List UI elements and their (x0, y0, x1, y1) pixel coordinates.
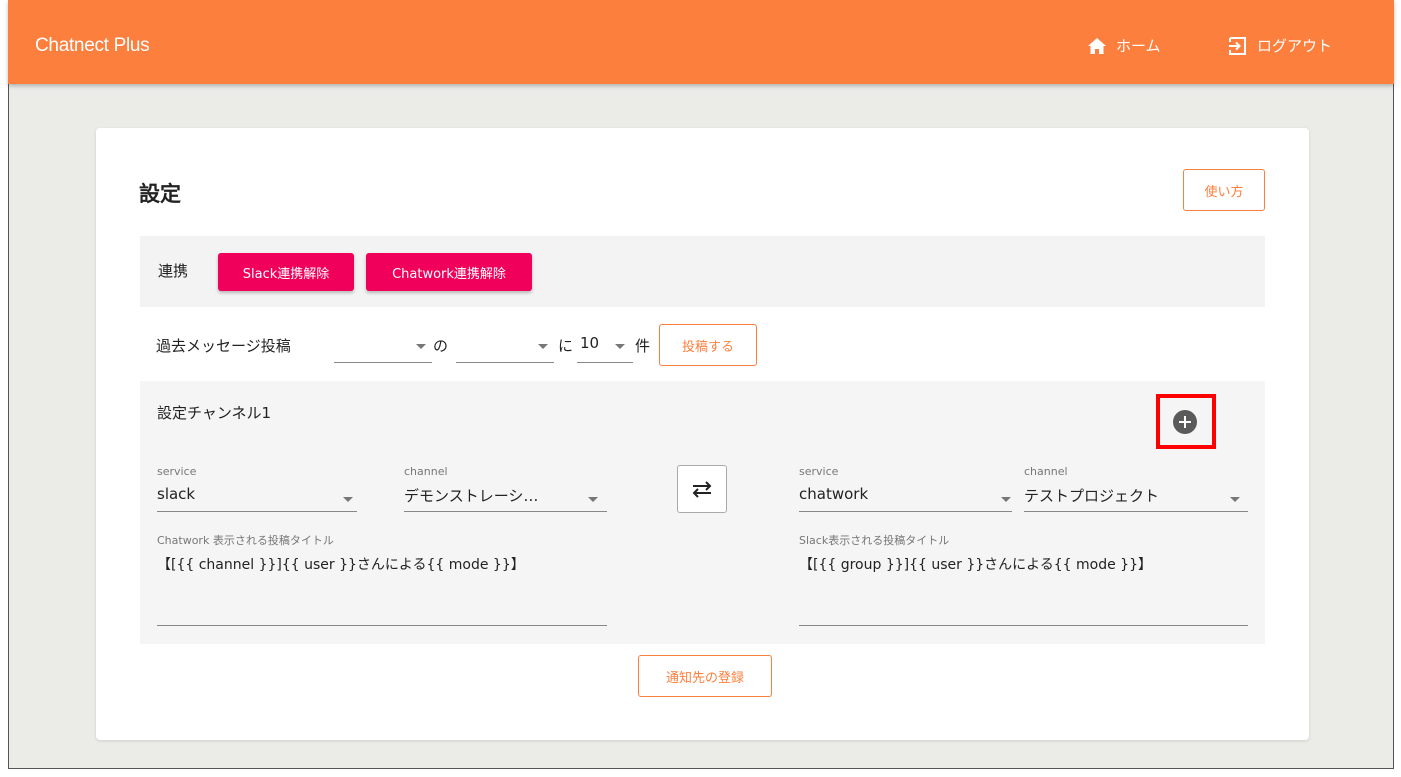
right-channel-underline (1024, 511, 1248, 512)
logout-link-label: ログアウト (1257, 37, 1333, 55)
past-count-select-value: 10 (580, 334, 600, 352)
unit-text: 件 (635, 337, 651, 355)
app-bar: Chatnect Plus ホーム ログアウト (8, 0, 1394, 84)
home-link[interactable]: ホーム (1087, 35, 1161, 56)
right-channel-value: テストプロジェクト (1024, 487, 1160, 505)
home-icon (1088, 37, 1106, 54)
swap-button[interactable] (677, 465, 727, 513)
left-channel-label: channel (404, 465, 448, 478)
left-service-value: slack (157, 485, 196, 503)
right-service-underline (799, 511, 1012, 512)
chevron-down-icon (615, 344, 625, 349)
swap-arrows-icon (692, 481, 712, 498)
right-post-title-underline (799, 625, 1248, 626)
past-source-select[interactable] (334, 329, 432, 363)
right-channel-label: channel (1024, 465, 1068, 478)
past-message-label: 過去メッセージ投稿 (156, 337, 291, 355)
chevron-down-icon (1230, 497, 1240, 502)
channel-setting-box: 設定チャンネル1 service slack channel デモンストレーシ…… (140, 381, 1265, 644)
chevron-down-icon (1001, 497, 1011, 502)
howto-button[interactable]: 使い方 (1183, 169, 1265, 211)
past-count-select[interactable]: 10 (577, 329, 633, 363)
register-destination-button[interactable]: 通知先の登録 (638, 655, 772, 697)
left-channel-value: デモンストレーシ… (404, 487, 539, 505)
logout-icon (1229, 36, 1246, 55)
right-post-title-label: Slack表示される投稿タイトル (799, 534, 950, 547)
left-post-title-value: 【[{{ channel }}]{{ user }}さんによる{{ mode }… (157, 557, 525, 573)
past-channel-select[interactable] (456, 329, 554, 363)
chevron-down-icon (416, 344, 426, 349)
chevron-down-icon (538, 344, 548, 349)
integration-label: 連携 (158, 262, 189, 280)
add-channel-icon[interactable] (1173, 410, 1197, 434)
integration-row: 連携 Slack連携解除 Chatwork連携解除 (140, 236, 1265, 307)
slack-unlink-button[interactable]: Slack連携解除 (218, 253, 354, 291)
chevron-down-icon (343, 497, 353, 502)
logout-link[interactable]: ログアウト (1228, 35, 1332, 56)
home-link-label: ホーム (1116, 37, 1161, 55)
right-service-label: service (799, 465, 839, 478)
ni-text: に (558, 337, 574, 355)
left-service-label: service (157, 465, 197, 478)
app-title: Chatnect Plus (35, 35, 150, 56)
left-post-title-label: Chatwork 表示される投稿タイトル (157, 534, 334, 547)
of-text: の (433, 337, 449, 355)
left-channel-underline (404, 511, 607, 512)
left-service-underline (157, 511, 357, 512)
right-post-title-value: 【[{{ group }}]{{ user }}さんによる{{ mode }}】 (799, 557, 1152, 573)
page-title: 設定 (139, 182, 181, 206)
post-button[interactable]: 投稿する (659, 324, 757, 366)
past-message-row: 過去メッセージ投稿 の に 10 件 投稿する (140, 321, 1265, 371)
chatwork-unlink-button[interactable]: Chatwork連携解除 (366, 253, 532, 291)
channel-setting-title: 設定チャンネル1 (157, 404, 272, 422)
right-service-value: chatwork (799, 485, 869, 503)
settings-card: 設定 使い方 連携 Slack連携解除 Chatwork連携解除 過去メッセージ… (96, 128, 1309, 740)
chevron-down-icon (588, 497, 598, 502)
left-post-title-underline (157, 625, 607, 626)
